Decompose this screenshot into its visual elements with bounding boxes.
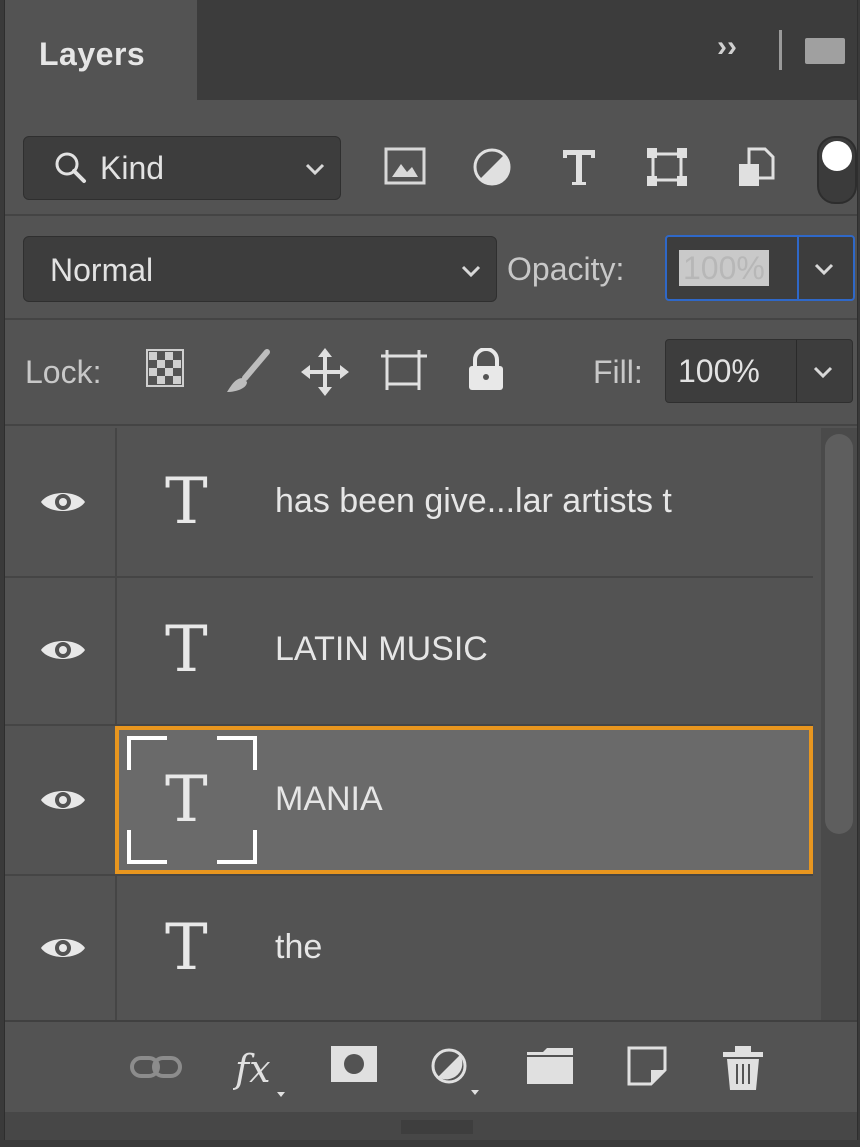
visibility-column xyxy=(5,576,117,724)
lock-label: Lock: xyxy=(25,354,102,390)
layer-row[interactable]: T has been give...lar artists t xyxy=(5,428,813,578)
eye-icon[interactable] xyxy=(39,932,87,964)
shape-filter-icon[interactable] xyxy=(645,146,689,188)
divider xyxy=(5,424,857,426)
text-layer-icon: T xyxy=(165,613,208,687)
type-filter-icon[interactable] xyxy=(559,146,599,188)
search-icon xyxy=(55,152,86,183)
kind-filter-label: Kind xyxy=(100,150,165,186)
eye-icon[interactable] xyxy=(39,784,87,816)
panel-title: Layers xyxy=(39,36,146,72)
selection-outline xyxy=(115,726,813,874)
layers-list: T has been give...lar artists t T LATIN … xyxy=(5,428,813,1022)
smart-object-filter-icon[interactable] xyxy=(735,146,777,190)
text-layer-icon: T xyxy=(165,911,208,985)
chevron-down-icon xyxy=(305,163,325,176)
fill-field[interactable]: 100% xyxy=(665,339,853,403)
kind-filter-dropdown[interactable]: Kind xyxy=(23,136,341,200)
chevron-down-icon[interactable] xyxy=(813,261,835,277)
layer-effects-fx-icon[interactable]: fx xyxy=(233,1044,289,1098)
resize-grip[interactable] xyxy=(401,1120,473,1134)
layer-name[interactable]: the xyxy=(275,928,322,967)
new-layer-icon[interactable] xyxy=(625,1044,669,1088)
collapse-chevrons-icon[interactable]: ›› xyxy=(717,30,737,64)
panel-footer xyxy=(5,1112,857,1140)
fill-label: Fill: xyxy=(593,354,643,390)
svg-text:fx: fx xyxy=(233,1047,271,1091)
layers-tab[interactable]: Layers xyxy=(5,0,197,100)
image-filter-icon[interactable] xyxy=(383,146,427,186)
opacity-separator xyxy=(797,237,799,299)
blend-mode-value: Normal xyxy=(50,252,154,288)
chevron-down-icon xyxy=(461,265,481,278)
filter-toggle-knob xyxy=(822,141,852,171)
layers-scrollbar[interactable] xyxy=(821,428,857,1020)
opacity-value[interactable]: 100% xyxy=(679,250,769,286)
layer-name[interactable]: has been give...lar artists t xyxy=(275,482,672,521)
adjustment-layer-icon[interactable] xyxy=(429,1044,483,1098)
scrollbar-thumb[interactable] xyxy=(825,434,853,834)
chevron-down-icon[interactable] xyxy=(812,364,834,380)
adjustment-filter-icon[interactable] xyxy=(471,146,513,188)
fill-value[interactable]: 100% xyxy=(678,353,760,390)
visibility-column xyxy=(5,874,117,1022)
eye-icon[interactable] xyxy=(39,486,87,518)
layer-mask-icon[interactable] xyxy=(329,1044,379,1084)
divider xyxy=(5,318,857,320)
visibility-column xyxy=(5,726,117,874)
visibility-column xyxy=(5,428,117,576)
layers-panel: Layers ›› Kind Normal Opacity: 100% Lock… xyxy=(4,0,858,1140)
lock-all-icon[interactable] xyxy=(465,348,507,392)
layer-row[interactable]: T the xyxy=(5,874,813,1022)
layers-toolbar: fx xyxy=(5,1020,857,1114)
opacity-label: Opacity: xyxy=(507,251,625,287)
trash-icon[interactable] xyxy=(721,1044,765,1092)
header-separator xyxy=(779,30,782,70)
fill-separator xyxy=(796,340,797,402)
new-group-folder-icon[interactable] xyxy=(525,1044,575,1086)
panel-menu-icon[interactable] xyxy=(805,38,845,64)
panel-header: Layers ›› xyxy=(5,0,857,100)
link-layers-icon[interactable] xyxy=(129,1052,183,1082)
filter-toggle[interactable] xyxy=(817,136,857,204)
divider xyxy=(5,214,857,216)
layer-row[interactable]: T LATIN MUSIC xyxy=(5,576,813,726)
opacity-field[interactable]: 100% xyxy=(665,235,855,301)
lock-artboard-icon[interactable] xyxy=(379,348,431,392)
text-layer-icon: T xyxy=(165,465,208,539)
lock-transparent-pixels-icon[interactable] xyxy=(145,348,185,388)
lock-position-icon[interactable] xyxy=(301,348,349,396)
lock-image-pixels-icon[interactable] xyxy=(223,348,271,396)
layer-name[interactable]: LATIN MUSIC xyxy=(275,630,488,669)
eye-icon[interactable] xyxy=(39,634,87,666)
blend-mode-dropdown[interactable]: Normal xyxy=(23,236,497,302)
